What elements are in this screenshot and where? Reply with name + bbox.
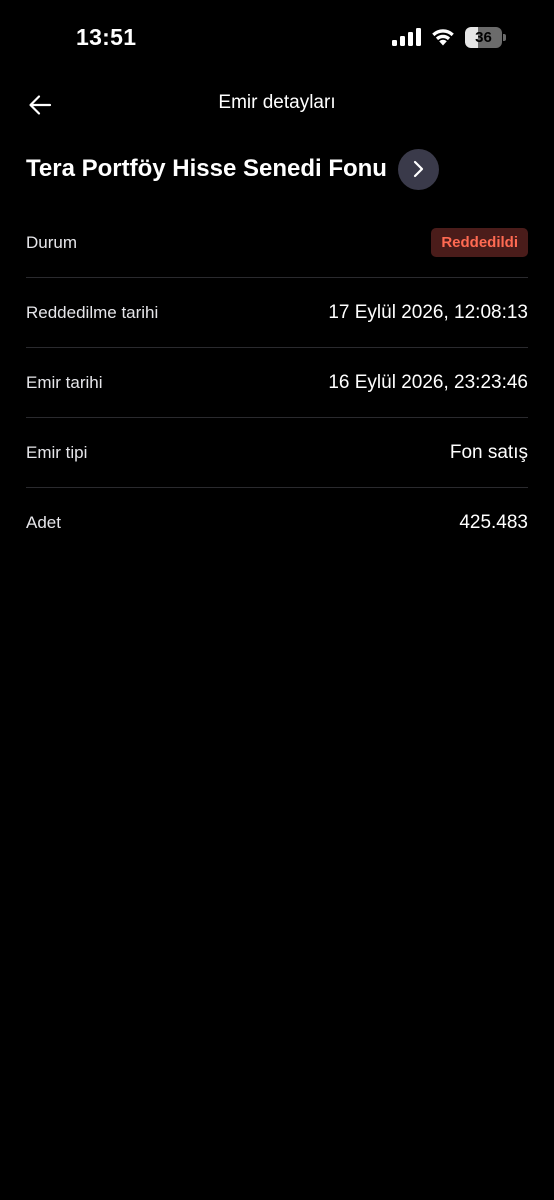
- detail-row-order-date: Emir tarihi 16 Eylül 2026, 23:23:46: [26, 348, 528, 418]
- status-time: 13:51: [76, 24, 137, 50]
- order-details: Durum Reddedildi Reddedilme tarihi 17 Ey…: [26, 208, 528, 558]
- detail-row-quantity: Adet 425.483: [26, 488, 528, 558]
- battery-level: 36: [475, 29, 492, 46]
- battery-icon: 36: [465, 27, 507, 48]
- wifi-icon: [432, 29, 454, 46]
- nav-bar: Emir detayları: [0, 80, 554, 130]
- chevron-right-icon: [414, 160, 424, 178]
- rejection-date-value: 17 Eylül 2026, 12:08:13: [328, 301, 528, 323]
- order-date-value: 16 Eylül 2026, 23:23:46: [328, 371, 528, 393]
- order-type-label: Emir tipi: [26, 442, 88, 462]
- rejection-date-label: Reddedilme tarihi: [26, 302, 159, 322]
- fund-header: Tera Portföy Hisse Senedi Fonu: [26, 148, 528, 190]
- detail-row-rejection-date: Reddedilme tarihi 17 Eylül 2026, 12:08:1…: [26, 278, 528, 348]
- fund-name: Tera Portföy Hisse Senedi Fonu: [26, 155, 387, 182]
- quantity-label: Adet: [26, 513, 61, 532]
- battery-body: 36: [465, 27, 502, 48]
- order-type-value: Fon satış: [449, 441, 528, 463]
- detail-row-order-type: Emir tipi Fon satış: [26, 418, 528, 488]
- status-label: Durum: [26, 232, 78, 252]
- order-date-label: Emir tarihi: [26, 372, 103, 392]
- fund-detail-button[interactable]: [397, 148, 439, 190]
- detail-row-status: Durum Reddedildi: [26, 208, 528, 278]
- status-bar: 13:51 36: [0, 0, 554, 76]
- status-badge: Reddedildi: [431, 228, 528, 257]
- cellular-signal-icon: [392, 28, 421, 46]
- quantity-value: 425.483: [459, 512, 528, 533]
- page-title: Emir detayları: [218, 92, 336, 113]
- battery-tip: [503, 34, 506, 41]
